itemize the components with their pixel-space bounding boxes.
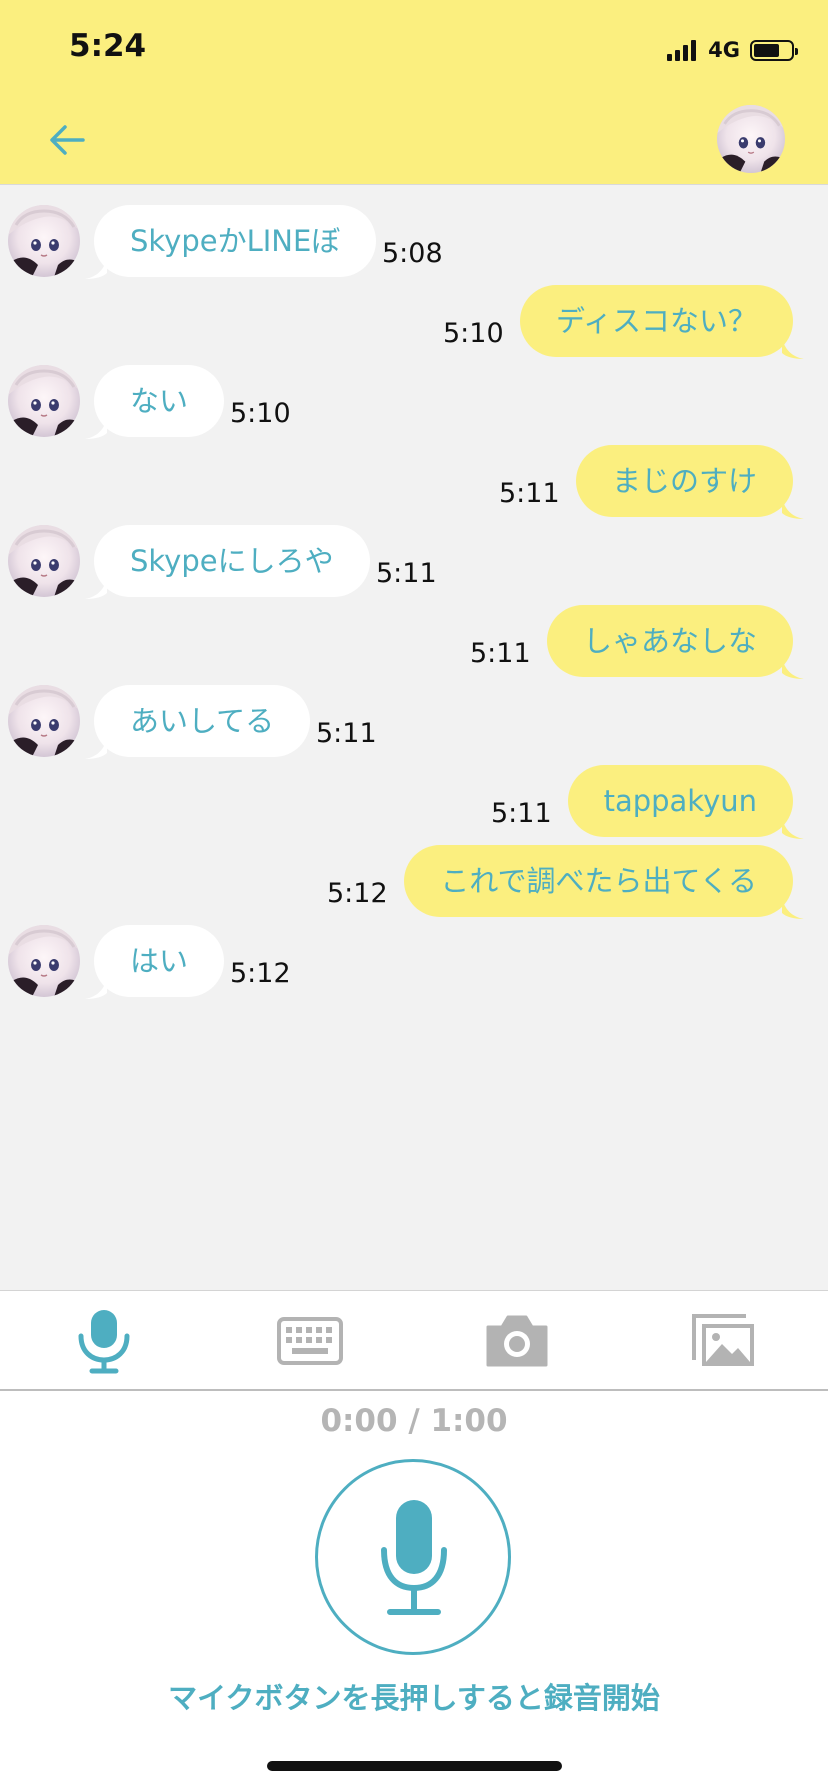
message-bubble[interactable]: しゃあなしな	[546, 605, 804, 679]
message-text: あいしてる	[130, 704, 275, 738]
incoming-message: はい 5:12	[0, 925, 828, 999]
sender-avatar[interactable]	[8, 525, 80, 597]
input-mode-toolbar	[0, 1290, 828, 1392]
sender-avatar[interactable]	[8, 205, 80, 277]
message-text: Skypeにしろや	[130, 544, 334, 578]
message-text: まじのすけ	[611, 464, 757, 498]
image-gallery-icon	[692, 1314, 754, 1366]
message-bubble[interactable]: あいしてる	[85, 685, 311, 759]
message-text: tappakyun	[603, 784, 757, 818]
contact-avatar[interactable]	[717, 105, 785, 173]
incoming-message: SkypeかLINEぼ 5:08	[0, 205, 828, 279]
keyboard-mode-button[interactable]	[274, 1305, 346, 1377]
message-text: ない	[130, 384, 189, 418]
outgoing-message: tappakyun 5:11	[0, 765, 828, 839]
chat-header: 5:24 4G	[0, 0, 828, 185]
message-list[interactable]: SkypeかLINEぼ 5:08 ディスコない？ 5:10 ない 5:10 まじのすけ 5:1…	[0, 185, 828, 1291]
outgoing-message: まじのすけ 5:11	[0, 445, 828, 519]
keyboard-icon	[277, 1317, 343, 1365]
message-text: ディスコない？	[556, 304, 757, 338]
message-bubble[interactable]: はい	[85, 925, 225, 999]
message-text: これで調べたら出てくる	[440, 864, 757, 898]
message-timestamp: 5:11	[470, 638, 531, 669]
message-timestamp: 5:11	[499, 478, 560, 509]
arrow-left-icon	[50, 125, 85, 155]
camera-icon	[486, 1315, 548, 1367]
network-type: 4G	[708, 38, 740, 62]
message-bubble[interactable]: Skypeにしろや	[85, 525, 370, 599]
message-timestamp: 5:11	[376, 558, 437, 589]
outgoing-message: ディスコない？ 5:10	[0, 285, 828, 359]
message-timestamp: 5:11	[491, 798, 552, 829]
camera-button[interactable]	[481, 1305, 553, 1377]
message-bubble[interactable]: ディスコない？	[520, 285, 804, 359]
message-timestamp: 5:12	[230, 958, 291, 989]
message-timestamp: 5:12	[327, 878, 388, 909]
message-text: SkypeかLINEぼ	[130, 224, 341, 258]
message-bubble[interactable]: tappakyun	[567, 765, 804, 839]
recording-time: 0:00 / 1:00	[320, 1403, 508, 1439]
message-timestamp: 5:10	[443, 318, 504, 349]
microphone-icon	[381, 1500, 447, 1615]
outgoing-message: これで調べたら出てくる 5:12	[0, 845, 828, 919]
message-text: はい	[130, 944, 189, 978]
microphone-icon	[78, 1310, 130, 1374]
incoming-message: あいしてる 5:11	[0, 685, 828, 759]
message-bubble[interactable]: SkypeかLINEぼ	[85, 205, 377, 279]
record-hint: マイクボタンを長押しすると録音開始	[168, 1681, 660, 1715]
message-bubble[interactable]: まじのすけ	[575, 445, 804, 519]
message-bubble[interactable]: ない	[85, 365, 225, 439]
voice-mode-button[interactable]	[68, 1305, 140, 1377]
photo-library-button[interactable]	[688, 1305, 760, 1377]
message-timestamp: 5:11	[316, 718, 377, 749]
incoming-message: Skypeにしろや 5:11	[0, 525, 828, 599]
sender-avatar[interactable]	[8, 365, 80, 437]
message-bubble[interactable]: これで調べたら出てくる	[404, 845, 804, 919]
record-button[interactable]	[315, 1459, 511, 1655]
battery-icon	[750, 39, 798, 61]
signal-strength-icon	[667, 39, 697, 61]
status-indicators: 4G	[667, 36, 798, 64]
message-timestamp: 5:10	[230, 398, 291, 429]
message-timestamp: 5:08	[382, 238, 443, 269]
status-time: 5:24	[69, 28, 147, 64]
home-indicator[interactable]	[267, 1761, 562, 1771]
outgoing-message: しゃあなしな 5:11	[0, 605, 828, 679]
voice-recorder-panel: 0:00 / 1:00 マイクボタンを長押しすると録音開始	[0, 1391, 828, 1792]
incoming-message: ない 5:10	[0, 365, 828, 439]
message-text: しゃあなしな	[582, 624, 757, 658]
back-button[interactable]	[45, 118, 89, 162]
sender-avatar[interactable]	[8, 925, 80, 997]
sender-avatar[interactable]	[8, 685, 80, 757]
